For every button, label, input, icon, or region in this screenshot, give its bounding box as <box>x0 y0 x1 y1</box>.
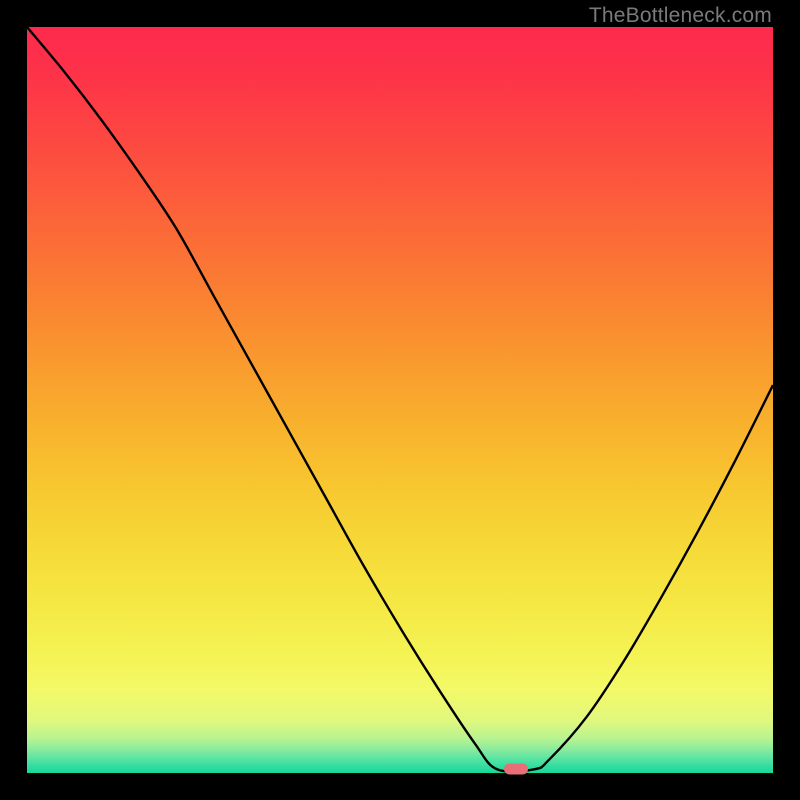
bottleneck-curve <box>27 27 773 773</box>
watermark-text: TheBottleneck.com <box>589 4 772 28</box>
plot-area <box>27 27 773 773</box>
chart-container: { "watermark": "TheBottleneck.com", "mar… <box>0 0 800 800</box>
optimum-marker <box>504 763 528 774</box>
